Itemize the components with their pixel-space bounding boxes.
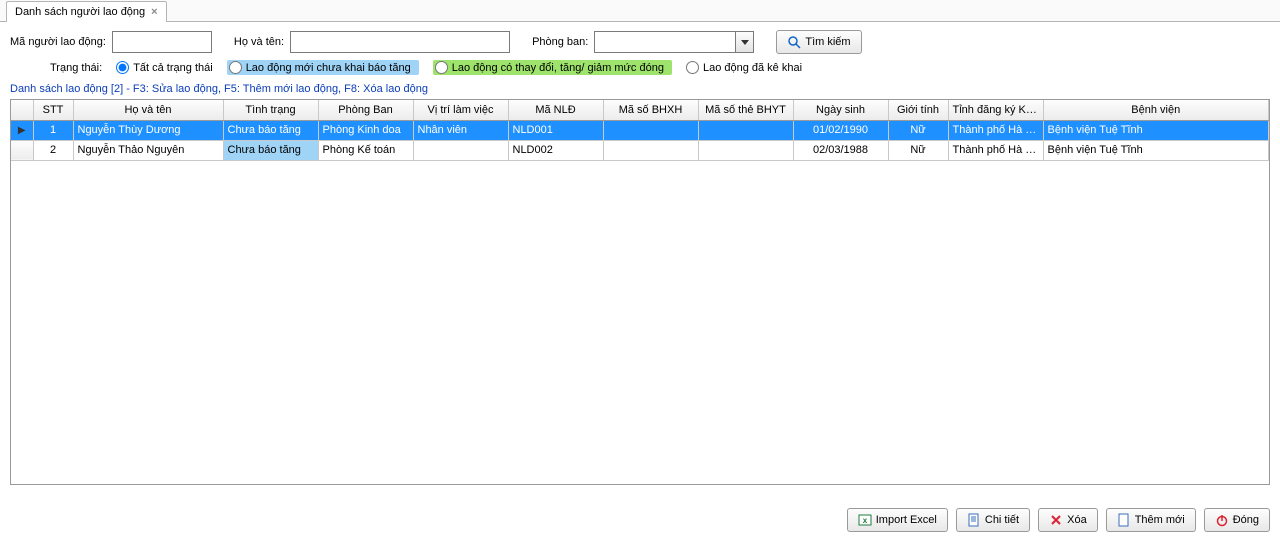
col-bhyt[interactable]: Mã số thẻ BHYT <box>698 100 793 120</box>
grid-header-row: STT Họ và tên Tình trạng Phòng Ban Vị tr… <box>11 100 1269 120</box>
delete-button[interactable]: Xóa <box>1038 508 1098 532</box>
cell-pos[interactable]: Nhân viên <box>413 120 508 140</box>
cell-dob[interactable]: 02/03/1988 <box>793 140 888 160</box>
col-name[interactable]: Họ và tên <box>73 100 223 120</box>
tab-label: Danh sách người lao động <box>15 6 145 18</box>
col-bhxh[interactable]: Mã số BHXH <box>603 100 698 120</box>
cell-name[interactable]: Nguyễn Thảo Nguyên <box>73 140 223 160</box>
close-label: Đóng <box>1233 514 1259 526</box>
cell-dept[interactable]: Phòng Kế toán <box>318 140 413 160</box>
radio-declared-label: Lao động đã kê khai <box>703 62 802 74</box>
delete-label: Xóa <box>1067 514 1087 526</box>
label-department: Phòng ban: <box>532 36 588 48</box>
tab-bar: Danh sách người lao động × <box>0 0 1280 22</box>
cell-mnld[interactable]: NLD001 <box>508 120 603 140</box>
detail-button[interactable]: Chi tiết <box>956 508 1030 532</box>
combo-department[interactable] <box>594 31 754 53</box>
cell-hosp[interactable]: Bệnh viện Tuệ Tĩnh <box>1043 140 1269 160</box>
col-mnld[interactable]: Mã NLĐ <box>508 100 603 120</box>
cell-name[interactable]: Nguyễn Thùy Dương <box>73 120 223 140</box>
document-icon <box>967 513 981 527</box>
radio-declared-input[interactable] <box>686 61 699 74</box>
worker-grid[interactable]: STT Họ và tên Tình trạng Phòng Ban Vị tr… <box>10 99 1270 485</box>
close-button[interactable]: Đóng <box>1204 508 1270 532</box>
radio-declared-workers[interactable]: Lao động đã kê khai <box>686 61 802 74</box>
radio-changed-label: Lao động có thay đổi, tăng/ giảm mức đón… <box>452 62 664 74</box>
col-dept[interactable]: Phòng Ban <box>318 100 413 120</box>
delete-icon <box>1049 513 1063 527</box>
import-excel-button[interactable]: x Import Excel <box>847 508 948 532</box>
cell-status[interactable]: Chưa báo tăng <box>223 140 318 160</box>
col-pos[interactable]: Vị trí làm việc <box>413 100 508 120</box>
combo-department-input[interactable] <box>595 32 735 52</box>
col-dob[interactable]: Ngày sinh <box>793 100 888 120</box>
close-icon[interactable]: × <box>151 6 157 18</box>
cell-stt[interactable]: 2 <box>33 140 73 160</box>
label-status: Trạng thái: <box>50 62 102 74</box>
chevron-down-icon[interactable] <box>735 32 753 52</box>
cell-kcb[interactable]: Thành phố Hà Nội <box>948 140 1043 160</box>
import-excel-label: Import Excel <box>876 514 937 526</box>
detail-label: Chi tiết <box>985 514 1019 526</box>
excel-icon: x <box>858 513 872 527</box>
cell-sex[interactable]: Nữ <box>888 140 948 160</box>
tab-worker-list[interactable]: Danh sách người lao động × <box>6 1 167 22</box>
cell-bhxh[interactable] <box>603 140 698 160</box>
input-worker-id[interactable] <box>112 31 212 53</box>
col-indicator <box>11 100 33 120</box>
col-kcb[interactable]: Tỉnh đăng ký KCB <box>948 100 1043 120</box>
col-hosp[interactable]: Bệnh viện <box>1043 100 1269 120</box>
grid-caption: Danh sách lao động [2] - F3: Sửa lao độn… <box>0 77 1280 99</box>
svg-text:x: x <box>863 516 868 525</box>
label-worker-id: Mã người lao động: <box>10 36 106 48</box>
label-worker-name: Họ và tên: <box>234 36 284 48</box>
power-icon <box>1215 513 1229 527</box>
cell-stt[interactable]: 1 <box>33 120 73 140</box>
row-pointer-icon: ▶ <box>18 125 26 136</box>
radio-new-input[interactable] <box>229 61 242 74</box>
input-worker-name[interactable] <box>290 31 510 53</box>
radio-changed-workers[interactable]: Lao động có thay đổi, tăng/ giảm mức đón… <box>433 60 672 75</box>
new-label: Thêm mới <box>1135 514 1185 526</box>
search-button[interactable]: Tìm kiếm <box>776 30 861 54</box>
cell-bhxh[interactable] <box>603 120 698 140</box>
cell-hosp[interactable]: Bệnh viện Tuệ Tĩnh <box>1043 120 1269 140</box>
col-status[interactable]: Tình trạng <box>223 100 318 120</box>
cell-dept[interactable]: Phòng Kinh doa <box>318 120 413 140</box>
radio-all-label: Tất cả trạng thái <box>133 62 213 74</box>
cell-bhyt[interactable] <box>698 120 793 140</box>
cell-dob[interactable]: 01/02/1990 <box>793 120 888 140</box>
radio-all-status[interactable]: Tất cả trạng thái <box>116 61 213 74</box>
radio-changed-input[interactable] <box>435 61 448 74</box>
search-panel: Mã người lao động: Họ và tên: Phòng ban:… <box>0 22 1280 77</box>
cell-mnld[interactable]: NLD002 <box>508 140 603 160</box>
search-button-label: Tìm kiếm <box>805 36 850 48</box>
radio-new-label: Lao động mới chưa khai báo tăng <box>246 62 411 74</box>
table-row[interactable]: 2 Nguyễn Thảo Nguyên Chưa báo tăng Phòng… <box>11 140 1269 160</box>
row-indicator: ▶ <box>11 120 33 140</box>
cell-sex[interactable]: Nữ <box>888 120 948 140</box>
row-indicator <box>11 140 33 160</box>
new-button[interactable]: Thêm mới <box>1106 508 1196 532</box>
new-icon <box>1117 513 1131 527</box>
col-sex[interactable]: Giới tính <box>888 100 948 120</box>
cell-bhyt[interactable] <box>698 140 793 160</box>
radio-new-workers[interactable]: Lao động mới chưa khai báo tăng <box>227 60 419 75</box>
cell-kcb[interactable]: Thành phố Hà Nội <box>948 120 1043 140</box>
cell-pos[interactable] <box>413 140 508 160</box>
table-row[interactable]: ▶ 1 Nguyễn Thùy Dương Chưa báo tăng Phòn… <box>11 120 1269 140</box>
bottom-toolbar: x Import Excel Chi tiết Xóa Thêm mới <box>847 508 1270 532</box>
search-icon <box>787 35 801 49</box>
cell-status[interactable]: Chưa báo tăng <box>223 120 318 140</box>
col-stt[interactable]: STT <box>33 100 73 120</box>
radio-all-input[interactable] <box>116 61 129 74</box>
